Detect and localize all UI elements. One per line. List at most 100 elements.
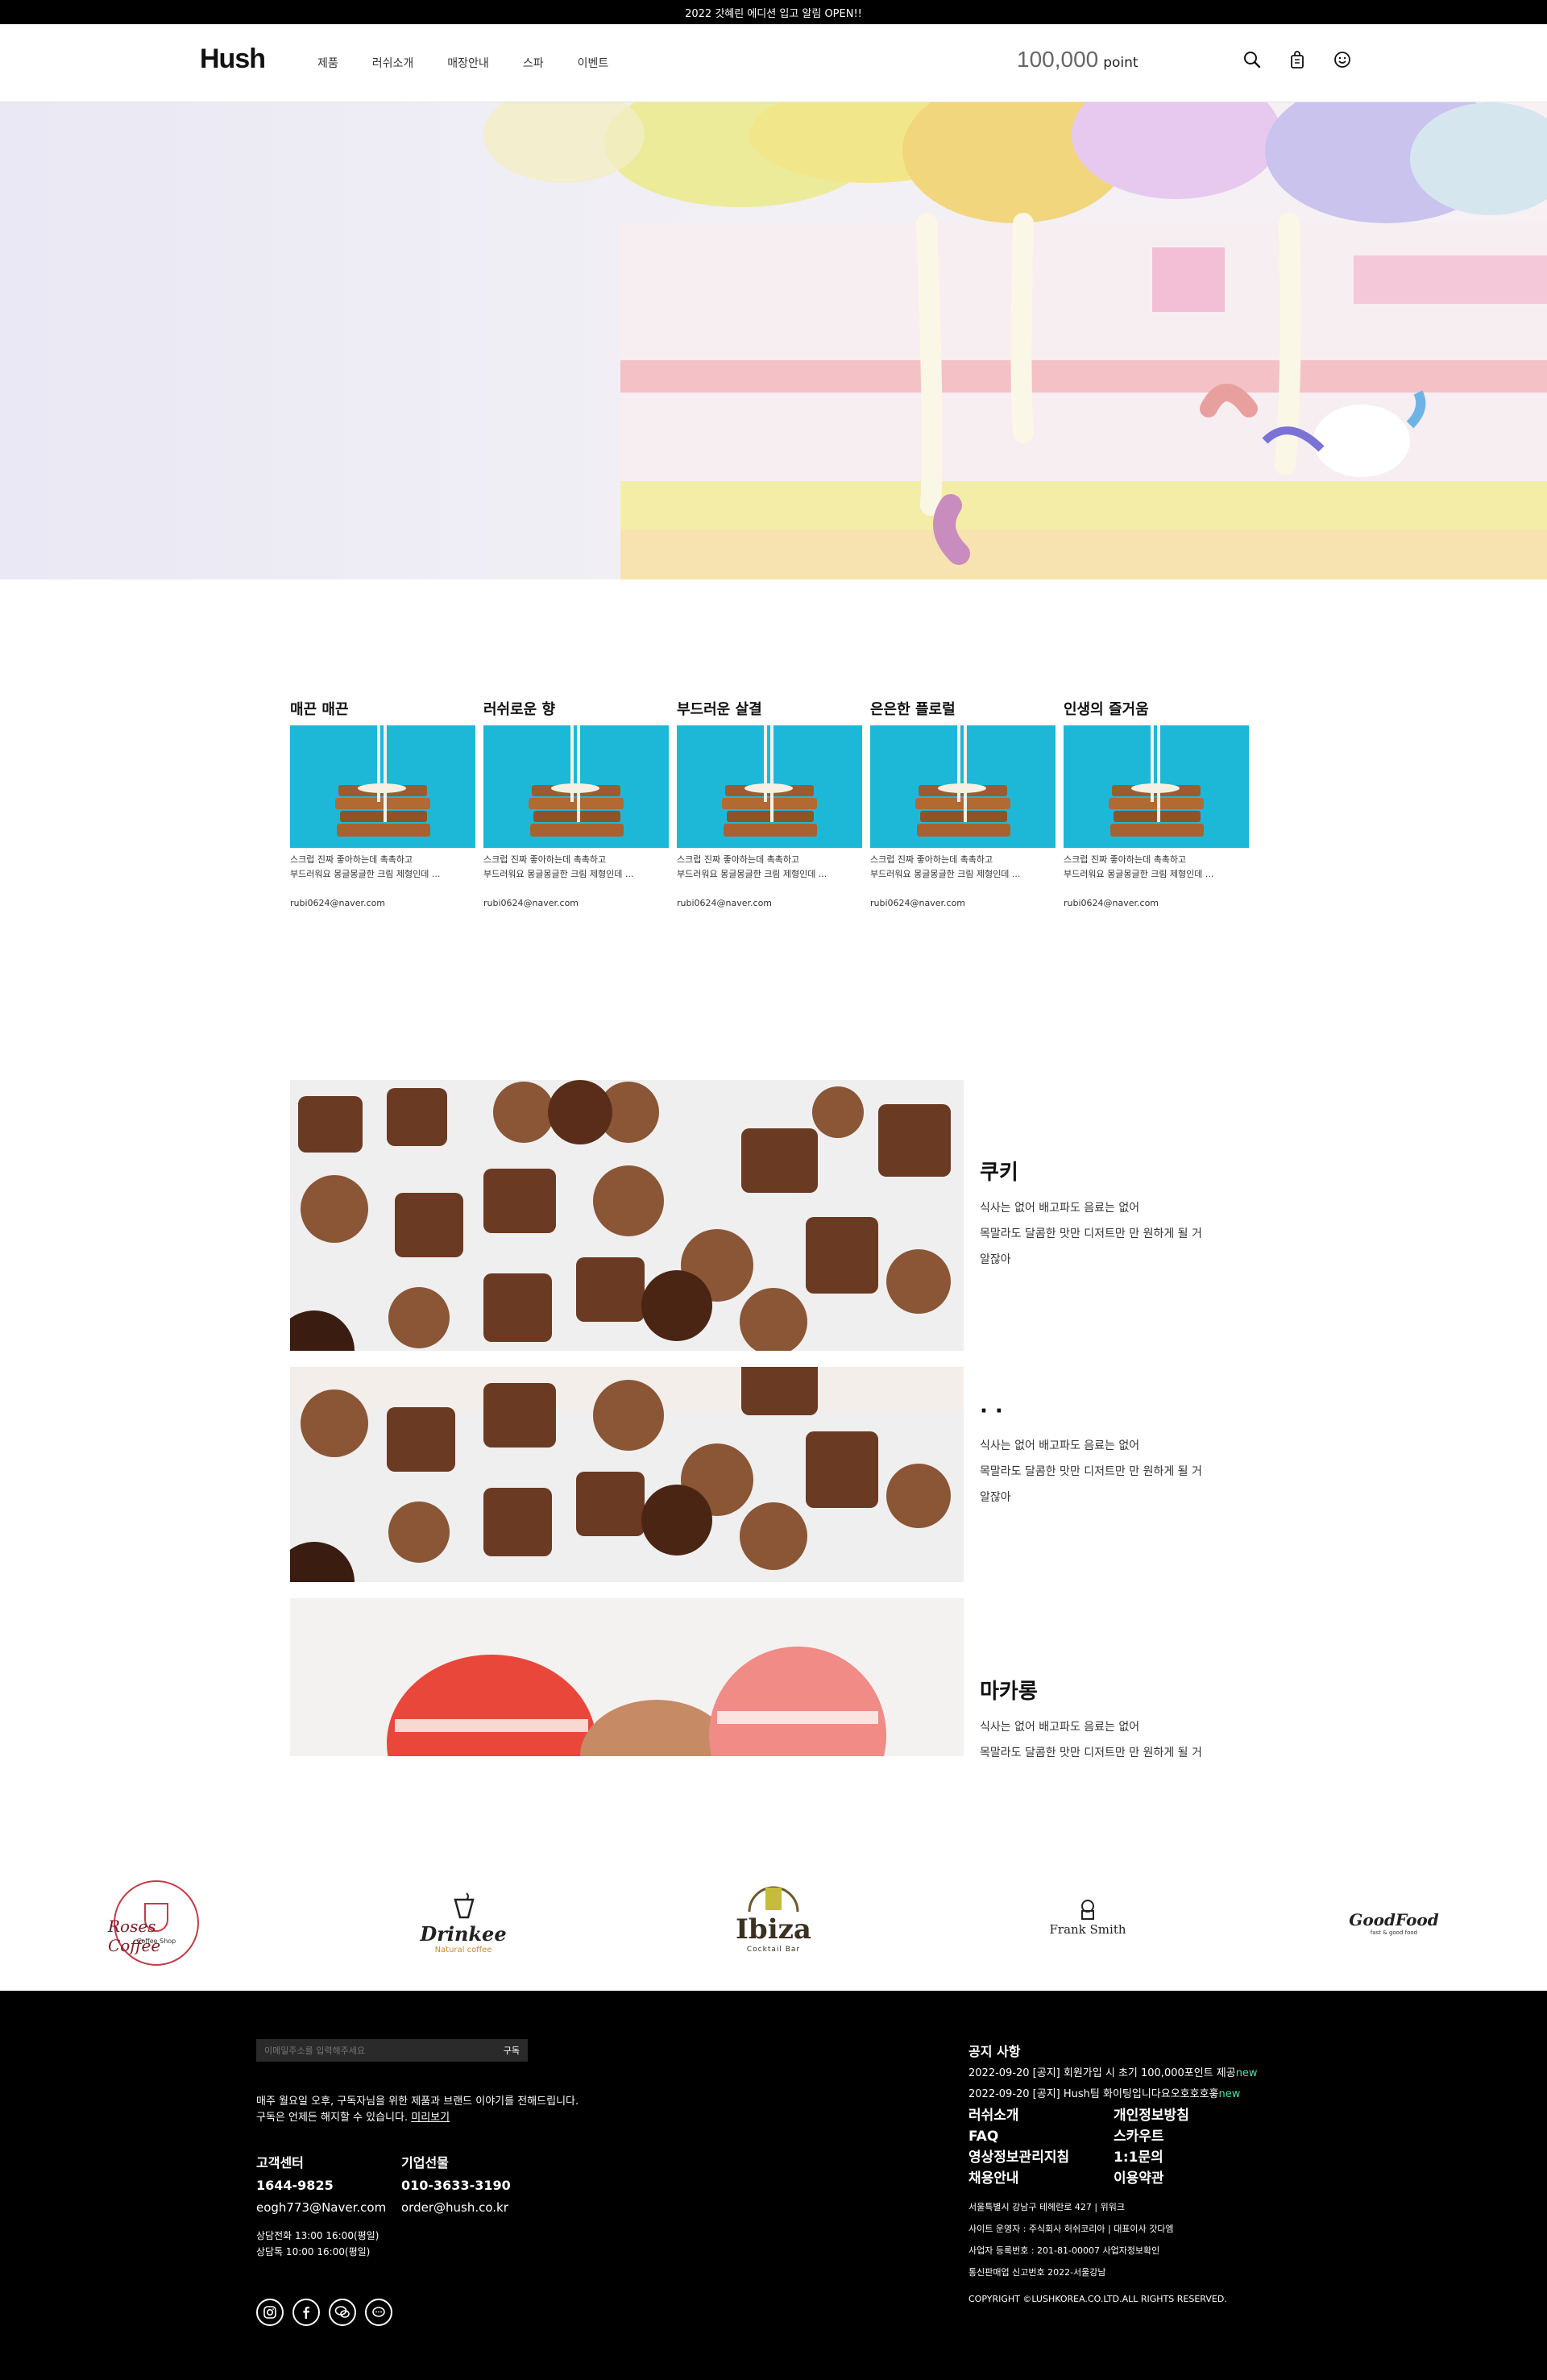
notice-text: 2022-09-20 [공지] 회원가입 시 초기 100,000포인트 제공 — [968, 2067, 1236, 2079]
subscribe-button[interactable]: 구독 — [504, 2044, 520, 2057]
cs-hours-chat: 상담톡 10:00 16:00(평일) — [256, 2246, 371, 2257]
company-info: 서울특별시 강남구 테헤란로 427 | 위워크 사이트 운영자 : 주식회사 … — [968, 2196, 1227, 2307]
announcement-text: 2022 갓혜린 에디션 입고 알림 OPEN!! — [685, 7, 862, 20]
feature-image-chocolates[interactable] — [290, 1080, 964, 1351]
nav-item-about[interactable]: 러쉬소개 — [372, 55, 414, 71]
brand-name: Drinkee — [420, 1922, 507, 1946]
point-balance[interactable]: 100,000 point — [1017, 47, 1138, 73]
brand-sub: fast & good food — [1370, 1929, 1418, 1936]
wechat-icon[interactable] — [329, 2299, 356, 2326]
subscribe-email-input[interactable] — [264, 2045, 474, 2056]
brand-logo-frank-smith[interactable]: Frank Smith — [1039, 1898, 1136, 1937]
card-desc-line: 스크럽 진짜 좋아하는데 촉촉하고 — [677, 854, 800, 865]
review-card[interactable]: 매끈 매끈 스크럽 진짜 좋아하는데 촉촉하고 부드러워요 몽글몽글한 크림 제… — [290, 698, 475, 908]
footer-link-privacy[interactable]: 개인정보방침 — [1114, 2105, 1189, 2126]
notice-item[interactable]: 2022-09-20 [공지] 회원가입 시 초기 100,000포인트 제공n… — [968, 2063, 1355, 2084]
footer-link-careers[interactable]: 채용안내 — [968, 2168, 1069, 2189]
corp-phone[interactable]: 010-3633-3190 — [401, 2174, 511, 2197]
corp-title: 기업선물 — [401, 2155, 449, 2170]
brand-name: Roses Coffee — [108, 1917, 161, 1955]
review-card[interactable]: 부드러운 살결 스크럽 진짜 좋아하는데 촉촉하고 부드러워요 몽글몽글한 크림… — [677, 698, 862, 908]
feature-text: 쿠키 식사는 없어 배고파도 음료는 없어 목말라도 달콤한 맛만 디저트만 만… — [980, 1156, 1202, 1273]
facebook-icon[interactable] — [292, 2299, 320, 2326]
feature-line: 목말라도 달콤한 맛만 디저트만 만 원하게 될 거 — [980, 1227, 1202, 1240]
notice-text: 2022-09-20 [공지] Hush팀 화이팅입니다요오호호호홓 — [968, 2088, 1219, 2100]
nav-item-events[interactable]: 이벤트 — [578, 55, 609, 71]
corporate-gift: 기업선물 010-3633-3190 order@hush.co.kr — [401, 2152, 511, 2218]
main-nav: 제품 러쉬소개 매장안내 스파 이벤트 — [317, 55, 642, 71]
review-card[interactable]: 러쉬로운 향 스크럽 진짜 좋아하는데 촉촉하고 부드러워요 몽글몽글한 크림 … — [483, 698, 669, 908]
footer-links-right: 개인정보방침 스카우트 1:1문의 이용약관 — [1114, 2105, 1189, 2189]
brand-logo-roses-coffee[interactable]: Roses Coffee Coffee Shop — [108, 1878, 205, 1968]
notice-title: 공지 사항 — [968, 2044, 1021, 2059]
brand-logo-ibiza[interactable]: Ibiza Cocktail Bar — [725, 1878, 822, 1954]
card-image[interactable] — [290, 725, 475, 848]
card-desc-line: 스크럽 진짜 좋아하는데 촉촉하고 — [290, 854, 413, 865]
notice-item[interactable]: 2022-09-20 [공지] Hush팀 화이팅입니다요오호호호홓new — [968, 2084, 1355, 2105]
gift-icon — [748, 1886, 799, 1913]
feature-line: 목말라도 달콤한 맛만 디저트만 만 원하게 될 거 — [980, 1465, 1202, 1478]
feature-line: 식사는 없어 배고파도 음료는 없어 — [980, 1721, 1140, 1734]
feature-block-cookie: 쿠키 식사는 없어 배고파도 음료는 없어 목말라도 달콤한 맛만 디저트만 만… — [290, 1080, 1257, 1351]
subscribe-desc-line: 매주 월요일 오후, 구독자님을 위한 제품과 브랜드 이야기를 전해드립니다. — [256, 2095, 579, 2108]
feature-text: 마카롱 식사는 없어 배고파도 음료는 없어 목말라도 달콤한 맛만 디저트만 … — [980, 1675, 1202, 1766]
footer-link-scout[interactable]: 스카우트 — [1114, 2126, 1189, 2147]
card-title: 부드러운 살결 — [677, 701, 762, 718]
footer-link-inquiry[interactable]: 1:1문의 — [1114, 2147, 1189, 2168]
footer-link-about[interactable]: 러쉬소개 — [968, 2105, 1069, 2126]
review-card[interactable]: 인생의 즐거움 스크럽 진짜 좋아하는데 촉촉하고 부드러워요 몽글몽글한 크림… — [1064, 698, 1249, 908]
nav-item-spa[interactable]: 스파 — [523, 55, 544, 71]
hero-banner-image[interactable] — [0, 102, 1547, 579]
smile-icon[interactable] — [1331, 48, 1354, 71]
feature-image-chocolates-2[interactable] — [290, 1367, 964, 1582]
nav-item-stores[interactable]: 매장안내 — [447, 55, 489, 71]
company-address: 서울특별시 강남구 테헤란로 427 | 위워크 — [968, 2202, 1125, 2212]
feature-line: 식사는 없어 배고파도 음료는 없어 — [980, 1439, 1140, 1452]
card-email: rubi0624@naver.com — [483, 898, 579, 908]
cs-phone[interactable]: 1644-9825 — [256, 2174, 386, 2197]
copyright: COPYRIGHT ©LUSHKOREA.CO.LTD.ALL RIGHTS R… — [968, 2294, 1227, 2304]
card-image[interactable] — [870, 725, 1056, 848]
feature-title: · · — [980, 1399, 1003, 1423]
site-logo[interactable]: Hush — [200, 44, 266, 75]
corp-email[interactable]: order@hush.co.kr — [401, 2197, 511, 2218]
feature-image-macarons[interactable] — [290, 1598, 964, 1756]
card-image[interactable] — [677, 725, 862, 848]
company-operator: 사이트 운영자 : 주식회사 허쉬코리아 | 대표이사 갓다엠 — [968, 2224, 1174, 2234]
nav-item-products[interactable]: 제품 — [317, 55, 338, 71]
footer-link-video-policy[interactable]: 영상정보관리지침 — [968, 2147, 1069, 2168]
brand-sub: Cocktail Bar — [746, 1946, 801, 1954]
feature-text: · · 식사는 없어 배고파도 음료는 없어 목말라도 달콤한 맛만 디저트만 … — [980, 1399, 1202, 1510]
instagram-icon[interactable] — [256, 2299, 284, 2326]
preview-link[interactable]: 미리보기 — [411, 2112, 450, 2124]
brand-logo-goodfood[interactable]: GoodFood fast & good food — [1338, 1910, 1450, 1936]
customer-center: 고객센터 1644-9825 eogh773@Naver.com 상담전화 13… — [256, 2152, 386, 2260]
search-icon[interactable] — [1241, 48, 1263, 71]
card-title: 매끈 매끈 — [290, 701, 349, 718]
footer-link-terms[interactable]: 이용약관 — [1114, 2168, 1189, 2189]
partner-brands: Roses Coffee Coffee Shop Drinkee Natural… — [0, 1854, 1547, 1991]
brand-sub: Natural coffee — [434, 1946, 492, 1954]
card-image[interactable] — [483, 725, 669, 848]
announcement-bar[interactable]: 2022 갓혜린 에디션 입고 알림 OPEN!! — [0, 0, 1547, 24]
card-image[interactable] — [1064, 725, 1249, 848]
footer-link-faq[interactable]: FAQ — [968, 2126, 1069, 2147]
card-email: rubi0624@naver.com — [677, 898, 773, 908]
cup-icon — [454, 1892, 475, 1919]
card-desc-line: 부드러워요 몽글몽글한 크림 제형인데 ... — [290, 869, 441, 879]
card-desc-line: 부드러워요 몽글몽글한 크림 제형인데 ... — [677, 869, 827, 879]
card-desc-line: 스크럽 진짜 좋아하는데 촉촉하고 — [870, 854, 993, 865]
brand-name: Frank Smith — [1049, 1922, 1126, 1937]
point-label: point — [1103, 55, 1138, 71]
point-value: 100,000 — [1017, 47, 1099, 72]
shopping-bag-icon[interactable] — [1286, 48, 1309, 71]
card-desc-line: 부드러워요 몽글몽글한 크림 제형인데 ... — [1064, 869, 1214, 879]
feature-title: 마카롱 — [980, 1680, 1038, 1704]
chat-icon[interactable] — [365, 2299, 392, 2326]
card-desc-line: 스크럽 진짜 좋아하는데 촉촉하고 — [1064, 854, 1187, 865]
review-card[interactable]: 은은한 플로럴 스크럽 진짜 좋아하는데 촉촉하고 부드러워요 몽글몽글한 크림… — [870, 698, 1056, 908]
brand-logo-drinkee[interactable]: Drinkee Natural coffee — [411, 1890, 516, 1954]
brand-name: GoodFood — [1349, 1910, 1439, 1929]
feature-line: 목말라도 달콤한 맛만 디저트만 만 원하게 될 거 — [980, 1747, 1202, 1759]
cs-email[interactable]: eogh773@Naver.com — [256, 2197, 386, 2218]
